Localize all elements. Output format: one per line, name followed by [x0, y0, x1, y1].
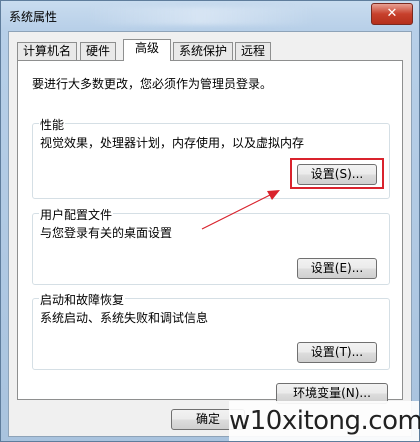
system-properties-window: 系统属性 ✕ 计算机名 硬件 高级 系统保护 远程 要进行大多数更改，您必须作为… — [0, 0, 420, 442]
dialog-client-area: 计算机名 硬件 高级 系统保护 远程 要进行大多数更改，您必须作为管理员登录。 … — [8, 31, 412, 437]
tab-computer-name[interactable]: 计算机名 — [17, 42, 78, 60]
advanced-tab-panel: 要进行大多数更改，您必须作为管理员登录。 性能 视觉效果，处理器计划，内存使用，… — [17, 60, 403, 404]
arrow-shaft — [201, 193, 273, 230]
title-bar-blur — [86, 7, 316, 25]
tab-system-protection[interactable]: 系统保护 — [173, 42, 234, 60]
close-icon: ✕ — [386, 6, 398, 21]
watermark: w10xitong.com — [229, 401, 420, 441]
tab-remote[interactable]: 远程 — [235, 42, 272, 60]
close-button[interactable]: ✕ — [371, 3, 413, 25]
annotation-arrow-icon — [201, 190, 280, 230]
window-title: 系统属性 — [9, 10, 58, 24]
tab-advanced[interactable]: 高级 — [123, 39, 171, 61]
tab-hardware[interactable]: 硬件 — [80, 42, 117, 60]
title-bar[interactable]: 系统属性 ✕ — [1, 1, 419, 31]
